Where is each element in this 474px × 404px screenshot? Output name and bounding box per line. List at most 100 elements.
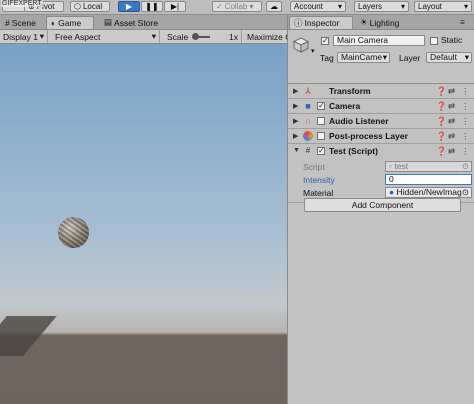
more-options-icon[interactable]: ⋮ (461, 101, 470, 112)
main-toolbar: ⊕ Pivot ⬡ Local ▶ ❚❚ ▶| ✓ Collab ▾ ☁ Acc… (0, 0, 474, 15)
tab-game[interactable]: ◐ Game (46, 16, 94, 29)
tab-inspector[interactable]: ⓘ Inspector (289, 16, 353, 29)
layout-dropdown[interactable]: Layout ▾ (414, 1, 472, 12)
info-icon: ⓘ (294, 18, 303, 28)
presets-icon[interactable]: ⇄ (448, 116, 455, 127)
tag-dropdown[interactable]: MainCame ▾ (337, 52, 390, 63)
game-view-toolbar: Display 1 ▾ Free Aspect ▾ Scale 1x Maxim… (0, 30, 287, 44)
post-process-icon (303, 131, 313, 141)
chevron-down-icon[interactable]: ▾ (311, 47, 315, 55)
play-button[interactable]: ▶ (118, 1, 140, 12)
component-camera[interactable]: ▶ ■ ✓ Camera ❓ ⇄ ⋮ (288, 99, 474, 114)
cloud-button[interactable]: ☁ (266, 1, 282, 12)
inspector-panel: ⓘ Inspector ☀ Lighting ≡ ▾ ✓ Main Camera… (287, 15, 474, 404)
display-dropdown[interactable]: Display 1 ▾ (0, 30, 48, 43)
panel-menu-icon[interactable]: ≡ (460, 17, 465, 27)
expand-arrow-icon[interactable]: ▶ (293, 102, 298, 110)
aspect-dropdown[interactable]: Free Aspect ▾ (52, 30, 160, 43)
scale-slider-thumb[interactable] (192, 32, 200, 40)
layers-dropdown[interactable]: Layers ▾ (354, 1, 409, 12)
script-file-icon: ▫ (389, 161, 393, 171)
help-icon[interactable]: ❓ (436, 86, 447, 97)
textured-sphere (58, 217, 89, 248)
account-dropdown[interactable]: Account ▾ (290, 1, 346, 12)
local-toggle[interactable]: ⬡ Local (70, 1, 110, 12)
intensity-field[interactable]: 0 (385, 174, 472, 185)
headphones-icon: ∩ (304, 116, 312, 126)
camera-icon: ■ (305, 101, 311, 111)
static-checkbox[interactable] (430, 37, 438, 45)
presets-icon[interactable]: ⇄ (448, 131, 455, 142)
static-label: Static (441, 35, 463, 45)
help-icon[interactable]: ❓ (436, 116, 447, 127)
component-test-script[interactable]: ▼ # ✓ Test (Script) ❓ ⇄ ⋮ (288, 144, 474, 159)
expand-arrow-icon[interactable]: ▶ (293, 117, 298, 125)
ground-shadow (0, 316, 57, 356)
chevron-down-icon: ▾ (151, 31, 156, 41)
game-viewport[interactable] (0, 44, 287, 404)
add-component-button[interactable]: Add Component (304, 198, 461, 212)
component-enabled-checkbox[interactable] (317, 132, 325, 140)
expand-arrow-icon[interactable]: ▶ (293, 87, 298, 95)
transform-icon: ⅄ (305, 86, 311, 96)
component-enabled-checkbox[interactable] (317, 117, 325, 125)
local-icon: ⬡ (74, 2, 81, 11)
chevron-down-icon: ▾ (337, 2, 342, 11)
tab-lighting[interactable]: ☀ Lighting (356, 16, 412, 29)
component-enabled-checkbox[interactable]: ✓ (317, 102, 325, 110)
chevron-down-icon: ▾ (39, 31, 44, 41)
layer-label: Layer (399, 53, 421, 63)
left-tab-bar: # Scene ◐ Game ▤ Asset Store (0, 15, 287, 30)
game-controller-icon: ◐ (51, 18, 57, 28)
material-label: Material (303, 188, 334, 198)
help-icon[interactable]: ❓ (436, 131, 447, 142)
pause-icon: ❚❚ (145, 2, 159, 11)
more-options-icon[interactable]: ⋮ (461, 116, 470, 127)
pause-button[interactable]: ❚❚ (141, 1, 163, 12)
step-icon: ▶| (170, 2, 180, 11)
object-name-field[interactable]: Main Camera (333, 35, 425, 46)
help-icon[interactable]: ❓ (436, 101, 447, 112)
chevron-down-icon: ▾ (464, 52, 469, 62)
game-panel: # Scene ◐ Game ▤ Asset Store Display 1 ▾… (0, 15, 287, 404)
material-field[interactable]: ● Hidden/NewImag ⊙ (385, 187, 472, 198)
scale-slider-track[interactable] (192, 32, 211, 40)
help-icon[interactable]: ❓ (436, 146, 447, 157)
right-tab-bar: ⓘ Inspector ☀ Lighting ≡ (288, 15, 474, 30)
script-label: Script (303, 162, 325, 172)
chevron-down-icon: ▾ (382, 52, 387, 62)
scene-grid-icon: # (5, 17, 10, 28)
lightbulb-icon: ☀ (360, 17, 368, 27)
script-field: ▫ test ⊙ (385, 161, 472, 172)
expand-arrow-icon[interactable]: ▶ (293, 132, 298, 140)
more-options-icon[interactable]: ⋮ (461, 86, 470, 97)
maximize-on-play-toggle[interactable]: Maximize O (244, 30, 287, 43)
object-header: ▾ ✓ Main Camera Static Tag MainCame ▾ La… (288, 30, 474, 84)
script-icon: # (305, 146, 311, 155)
active-checkbox[interactable]: ✓ (321, 37, 329, 45)
component-post-process-layer[interactable]: ▶ Post-process Layer ❓ ⇄ ⋮ (288, 129, 474, 144)
cloud-icon: ☁ (270, 2, 278, 11)
scale-slider[interactable]: Scale 1x (164, 30, 242, 43)
collapse-arrow-icon[interactable]: ▼ (293, 147, 300, 154)
more-options-icon[interactable]: ⋮ (461, 131, 470, 142)
presets-icon[interactable]: ⇄ (448, 86, 455, 97)
play-icon: ▶ (125, 2, 133, 11)
watermark-text: GIFEXPERT (1, 0, 43, 7)
presets-icon[interactable]: ⇄ (448, 146, 455, 157)
component-enabled-checkbox[interactable]: ✓ (317, 147, 325, 155)
chevron-down-icon: ▾ (463, 2, 468, 11)
collab-dropdown[interactable]: ✓ Collab ▾ (212, 1, 262, 12)
material-sphere-icon: ● (389, 187, 395, 197)
object-picker-icon: ⊙ (461, 161, 469, 171)
object-picker-icon[interactable]: ⊙ (461, 188, 469, 197)
layer-dropdown[interactable]: Default ▾ (426, 52, 472, 63)
component-audio-listener[interactable]: ▶ ∩ Audio Listener ❓ ⇄ ⋮ (288, 114, 474, 129)
component-transform[interactable]: ▶ ⅄ Transform ❓ ⇄ ⋮ (288, 84, 474, 99)
chevron-down-icon: ▾ (249, 2, 254, 11)
tab-asset-store[interactable]: ▤ Asset Store (100, 16, 164, 29)
more-options-icon[interactable]: ⋮ (461, 146, 470, 157)
tab-scene[interactable]: # Scene (1, 16, 45, 29)
presets-icon[interactable]: ⇄ (448, 101, 455, 112)
step-button[interactable]: ▶| (164, 1, 186, 12)
